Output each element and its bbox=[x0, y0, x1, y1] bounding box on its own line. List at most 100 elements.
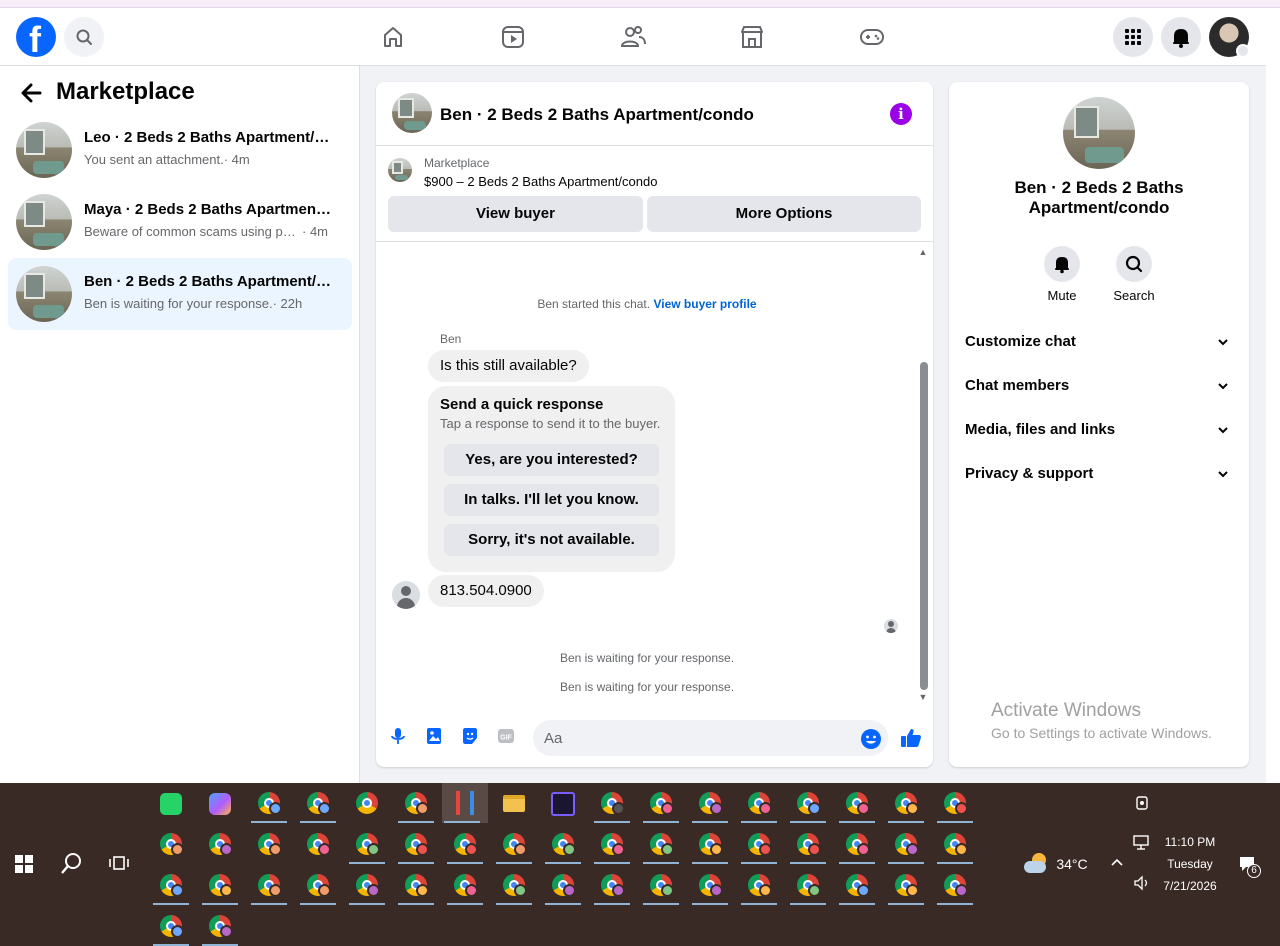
view-buyer-profile-link[interactable]: View buyer profile bbox=[653, 297, 756, 311]
chrome-window[interactable] bbox=[298, 785, 338, 823]
chrome-window[interactable] bbox=[935, 826, 975, 864]
chrome-window[interactable] bbox=[935, 785, 975, 823]
windows-start-icon[interactable] bbox=[15, 855, 33, 873]
gif-icon[interactable]: GIF bbox=[496, 726, 516, 746]
emoji-icon[interactable] bbox=[860, 728, 882, 750]
gaming-icon[interactable] bbox=[855, 20, 889, 54]
chrome-window[interactable] bbox=[739, 826, 779, 864]
chrome-window[interactable] bbox=[494, 826, 534, 864]
copilot-app[interactable] bbox=[200, 785, 240, 823]
chevron-down-icon[interactable] bbox=[1236, 44, 1250, 58]
marketplace-icon[interactable] bbox=[735, 20, 769, 54]
menu-button[interactable] bbox=[1113, 17, 1153, 57]
chrome-window[interactable] bbox=[886, 785, 926, 823]
friends-icon[interactable] bbox=[616, 20, 650, 54]
scroll-down-arrow[interactable]: ▼ bbox=[918, 693, 928, 702]
chrome-window[interactable] bbox=[494, 867, 534, 905]
chrome-window[interactable] bbox=[543, 867, 583, 905]
chrome-window[interactable] bbox=[396, 826, 436, 864]
chrome-window[interactable] bbox=[347, 785, 387, 823]
conversation-item-ben[interactable]: Ben · 2 Beds 2 Baths Apartment/condo Ben… bbox=[8, 258, 352, 330]
chrome-window[interactable] bbox=[690, 867, 730, 905]
chrome-window[interactable] bbox=[739, 867, 779, 905]
chrome-window[interactable] bbox=[935, 867, 975, 905]
page-scrollbar[interactable] bbox=[1266, 8, 1280, 783]
chrome-window[interactable] bbox=[151, 826, 191, 864]
quick-response-option[interactable]: Yes, are you interested? bbox=[444, 444, 659, 476]
quick-response-option[interactable]: Sorry, it's not available. bbox=[444, 524, 659, 556]
facebook-logo[interactable]: f bbox=[16, 17, 56, 60]
mute-button[interactable]: Mute bbox=[1032, 246, 1092, 303]
listing-thumbnail[interactable] bbox=[392, 93, 432, 133]
conversation-item-leo[interactable]: Leo · 2 Beds 2 Baths Apartment/condo You… bbox=[8, 114, 352, 186]
listing-price[interactable]: $900 – 2 Beds 2 Baths Apartment/condo bbox=[424, 174, 657, 189]
weather-temperature[interactable]: 34°C bbox=[1052, 856, 1092, 872]
listing-thumbnail[interactable] bbox=[1063, 97, 1135, 169]
chrome-window[interactable] bbox=[347, 826, 387, 864]
conversation-item-maya[interactable]: Maya · 2 Beds 2 Baths Apartment/condo Be… bbox=[8, 186, 352, 258]
chrome-window[interactable] bbox=[641, 867, 681, 905]
clock-day[interactable]: Tuesday bbox=[1160, 857, 1220, 871]
info-icon[interactable]: i bbox=[890, 103, 912, 125]
chrome-window[interactable] bbox=[788, 826, 828, 864]
chrome-window[interactable] bbox=[445, 826, 485, 864]
quick-response-option[interactable]: In talks. I'll let you know. bbox=[444, 484, 659, 516]
chrome-window[interactable] bbox=[200, 826, 240, 864]
chrome-window[interactable] bbox=[788, 867, 828, 905]
mouse-app[interactable] bbox=[543, 785, 583, 823]
chrome-window[interactable] bbox=[788, 785, 828, 823]
weather-icon[interactable] bbox=[1024, 851, 1050, 875]
thumbs-up-icon[interactable] bbox=[899, 726, 923, 750]
notifications-button[interactable] bbox=[1161, 17, 1201, 57]
back-arrow-icon[interactable] bbox=[18, 80, 44, 106]
chrome-window[interactable] bbox=[886, 826, 926, 864]
file-explorer-app[interactable] bbox=[494, 785, 534, 823]
chrome-window[interactable] bbox=[249, 785, 289, 823]
chrome-window[interactable] bbox=[445, 867, 485, 905]
search-button[interactable] bbox=[64, 17, 104, 57]
chrome-window[interactable] bbox=[837, 826, 877, 864]
chrome-window[interactable] bbox=[151, 867, 191, 905]
whatsapp-app[interactable] bbox=[151, 785, 191, 823]
chrome-window[interactable] bbox=[249, 826, 289, 864]
search-conversation-button[interactable]: Search bbox=[1104, 246, 1164, 303]
chrome-window[interactable] bbox=[886, 867, 926, 905]
clock-time[interactable]: 11:10 PM bbox=[1160, 835, 1220, 849]
chat-title[interactable]: Ben · 2 Beds 2 Baths Apartment/condo bbox=[440, 105, 754, 125]
clock-date[interactable]: 7/21/2026 bbox=[1160, 879, 1220, 893]
home-icon[interactable] bbox=[376, 20, 410, 54]
tray-device-icon[interactable] bbox=[1135, 795, 1149, 811]
view-buyer-button[interactable]: View buyer bbox=[388, 196, 643, 232]
photo-icon[interactable] bbox=[424, 726, 444, 746]
chrome-window[interactable] bbox=[837, 785, 877, 823]
chrome-window[interactable] bbox=[641, 785, 681, 823]
chrome-window[interactable] bbox=[543, 826, 583, 864]
customize-chat-section[interactable]: Customize chat bbox=[965, 320, 1233, 364]
message-input[interactable] bbox=[533, 720, 888, 756]
chrome-window[interactable] bbox=[592, 785, 632, 823]
chrome-window[interactable] bbox=[592, 867, 632, 905]
chrome-window[interactable] bbox=[641, 826, 681, 864]
more-options-button[interactable]: More Options bbox=[647, 196, 921, 232]
sticker-icon[interactable] bbox=[460, 726, 480, 746]
chat-members-section[interactable]: Chat members bbox=[965, 364, 1233, 408]
chrome-window[interactable] bbox=[592, 826, 632, 864]
chrome-window[interactable] bbox=[200, 867, 240, 905]
microphone-icon[interactable] bbox=[388, 726, 408, 746]
chrome-window[interactable] bbox=[298, 826, 338, 864]
chrome-window[interactable] bbox=[396, 867, 436, 905]
chrome-window[interactable] bbox=[298, 867, 338, 905]
chevron-up-icon[interactable] bbox=[1110, 857, 1124, 867]
chrome-window[interactable] bbox=[200, 908, 240, 946]
network-icon[interactable] bbox=[1133, 835, 1151, 851]
privacy-support-section[interactable]: Privacy & support bbox=[965, 452, 1233, 496]
chrome-window[interactable] bbox=[396, 785, 436, 823]
chrome-window[interactable] bbox=[151, 908, 191, 946]
taskbar-search-icon[interactable] bbox=[60, 851, 84, 875]
chat-scrollbar[interactable] bbox=[920, 362, 928, 690]
task-view-icon[interactable] bbox=[109, 854, 129, 872]
media-files-links-section[interactable]: Media, files and links bbox=[965, 408, 1233, 452]
chrome-window[interactable] bbox=[837, 867, 877, 905]
chrome-window[interactable] bbox=[347, 867, 387, 905]
chrome-window[interactable] bbox=[249, 867, 289, 905]
